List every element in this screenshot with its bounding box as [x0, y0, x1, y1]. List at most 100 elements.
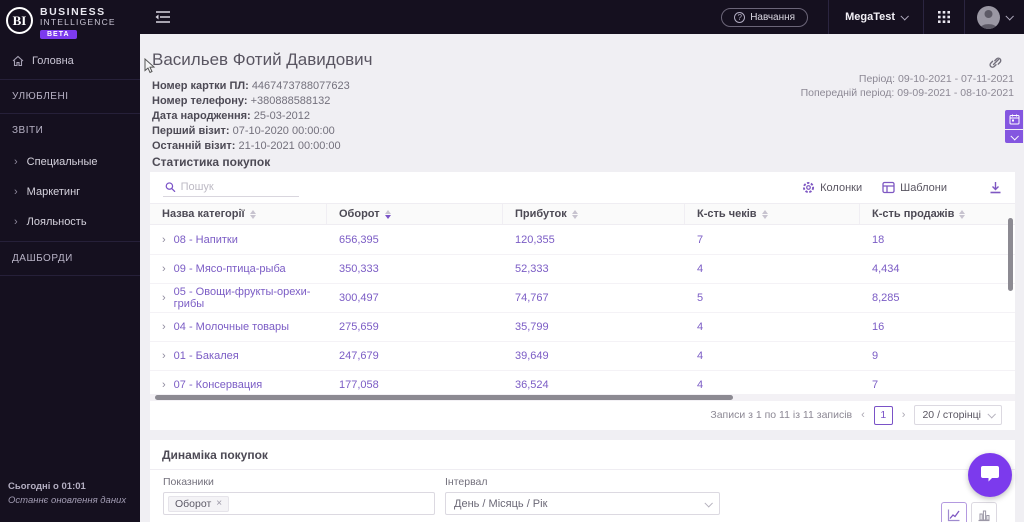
period-float-panel: [1005, 110, 1023, 143]
sidebar-item-special[interactable]: › Специальные: [0, 147, 140, 177]
sidebar-item-marketing[interactable]: › Маркетинг: [0, 177, 140, 207]
line-chart-icon: [947, 509, 960, 522]
horizontal-scrollbar-thumb[interactable]: [155, 395, 733, 400]
indicators-label: Показники: [163, 476, 214, 488]
table-row[interactable]: › 01 - Бакалея 247,679 39,649 4 9: [150, 342, 1015, 371]
topbar-right: ? Навчання MegaTest: [721, 0, 1024, 34]
dynamics-section-title: Динаміка покупок: [150, 440, 1015, 470]
org-name: MegaTest: [845, 11, 895, 23]
header-label: Оборот: [339, 208, 380, 220]
per-page-select[interactable]: 20 / сторінці: [914, 405, 1002, 425]
column-header-turnover[interactable]: Оборот: [327, 204, 503, 224]
chevron-right-icon: ›: [14, 185, 18, 198]
expand-row-icon[interactable]: ›: [162, 234, 166, 246]
app-logo[interactable]: BI BUSINESS INTELLIGENCE BETA: [0, 0, 140, 45]
templates-button[interactable]: Шаблони: [876, 179, 953, 196]
chat-fab-button[interactable]: [968, 453, 1012, 497]
cell-profit: 35,799: [515, 321, 549, 333]
page-number-button[interactable]: 1: [873, 405, 893, 425]
line-chart-toggle[interactable]: [941, 502, 967, 522]
table-row[interactable]: › 08 - Напитки 656,395 120,355 7 18: [150, 226, 1015, 255]
expand-row-icon[interactable]: ›: [162, 379, 166, 391]
chip-close-icon[interactable]: ×: [216, 498, 222, 509]
chip-label: Оборот: [175, 497, 212, 510]
columns-button[interactable]: Колонки: [796, 179, 868, 196]
field-value: 25-03-2012: [253, 110, 311, 122]
cell-profit: 52,333: [515, 263, 549, 275]
bar-chart-toggle[interactable]: [971, 502, 997, 522]
period-previous: Попередній період: 09-09-2021 - 08-10-20…: [800, 87, 1014, 99]
cell-turnover: 247,679: [339, 350, 379, 362]
column-header-checks[interactable]: К-сть чеків: [685, 204, 860, 224]
apps-grid-button[interactable]: [924, 0, 964, 34]
sidebar: BI BUSINESS INTELLIGENCE BETA Головна УЛ…: [0, 0, 140, 522]
cell-checks: 7: [697, 234, 704, 246]
next-page-button[interactable]: ›: [902, 409, 906, 421]
column-header-sales[interactable]: К-сть продажів: [860, 204, 1015, 224]
cell-category: 08 - Напитки: [173, 234, 238, 246]
avatar: [977, 5, 1000, 29]
search-icon: [165, 182, 176, 193]
field-value: 21-10-2021 00:00:00: [238, 140, 341, 152]
sidebar-item-label: Специальные: [26, 156, 98, 169]
topbar: ? Навчання MegaTest: [140, 0, 1024, 34]
last-update-caption: Останнє оновлення даних: [8, 494, 127, 506]
expand-row-icon[interactable]: ›: [162, 292, 166, 304]
vertical-scrollbar-thumb[interactable]: [1008, 218, 1013, 291]
gear-icon: [803, 181, 815, 194]
sidebar-item-loyalty[interactable]: › Лояльность: [0, 207, 140, 237]
sidebar-item-label: Головна: [32, 55, 74, 68]
link-icon[interactable]: [987, 56, 1002, 71]
home-icon: [12, 56, 24, 67]
expand-row-icon[interactable]: ›: [162, 321, 166, 333]
chevron-down-icon: [704, 498, 713, 508]
sidebar-section-dashboards[interactable]: ДАШБОРДИ: [0, 241, 140, 277]
interval-select[interactable]: День / Місяць / Рік: [445, 492, 720, 515]
per-page-value: 20 / сторінці: [922, 409, 981, 421]
cell-turnover: 656,395: [339, 234, 379, 246]
horizontal-scrollbar: [150, 394, 1015, 401]
training-button[interactable]: ? Навчання: [721, 7, 809, 27]
org-selector[interactable]: MegaTest: [829, 0, 923, 34]
field-label: Дата народження:: [152, 110, 251, 122]
profile-info: Номер картки ПЛ: 4467473788077623 Номер …: [152, 79, 350, 154]
prev-page-button[interactable]: ‹: [861, 409, 865, 421]
table-row[interactable]: › 05 - Овощи-фрукты-орехи-грибы 300,497 7…: [150, 284, 1015, 313]
chevron-right-icon: ›: [14, 215, 18, 228]
header-label: К-сть продажів: [872, 208, 955, 220]
sidebar-section-favorites[interactable]: УЛЮБЛЕНІ: [0, 79, 140, 113]
app-root: BI BUSINESS INTELLIGENCE BETA Головна УЛ…: [0, 0, 1024, 522]
apps-grid-icon: [938, 11, 950, 23]
cell-category: 01 - Бакалея: [173, 350, 239, 362]
field-value: 4467473788077623: [251, 80, 350, 92]
menu-fold-icon[interactable]: [155, 10, 171, 24]
expand-row-icon[interactable]: ›: [162, 263, 166, 275]
indicators-input[interactable]: Оборот ×: [163, 492, 435, 515]
cell-category: 05 - Овощи-фрукты-орехи-грибы: [173, 286, 311, 310]
field-label: Останній візит:: [152, 140, 236, 152]
table-row[interactable]: › 04 - Молочные товары 275,659 35,799 4 1…: [150, 313, 1015, 342]
last-update-time: Сьогодні о 01:01: [8, 480, 86, 492]
dynamics-card: Динаміка покупок Показники Інтервал Обор…: [150, 440, 1015, 522]
period-collapse-button[interactable]: [1005, 130, 1023, 143]
column-header-profit[interactable]: Прибуток: [503, 204, 685, 224]
templates-label: Шаблони: [900, 181, 947, 194]
period-calendar-button[interactable]: [1005, 110, 1023, 129]
question-icon: ?: [734, 11, 746, 23]
page-title: Васильев Фотий Давидович: [152, 50, 373, 69]
sidebar-item-home[interactable]: Головна: [0, 45, 140, 79]
main-content: Васильев Фотий Давидович Номер картки ПЛ…: [140, 34, 1024, 522]
form-fields-row: Оборот × День / Місяць / Рік: [163, 492, 1002, 515]
download-button[interactable]: [989, 181, 1002, 194]
columns-label: Колонки: [820, 181, 863, 194]
logo-text: BUSINESS INTELLIGENCE BETA: [40, 6, 116, 40]
expand-row-icon[interactable]: ›: [162, 350, 166, 362]
sidebar-section-reports[interactable]: ЗВІТИ: [0, 113, 140, 147]
search-input[interactable]: [180, 181, 297, 193]
dynamics-form: Показники Інтервал Оборот × День / Місяц…: [150, 470, 1015, 522]
form-labels-row: Показники Інтервал: [163, 476, 1002, 492]
header-label: Прибуток: [515, 208, 567, 220]
column-header-category[interactable]: Назва категорії: [150, 204, 327, 224]
user-menu[interactable]: [965, 0, 1024, 34]
table-row[interactable]: › 09 - Мясо-птица-рыба 350,333 52,333 4 4…: [150, 255, 1015, 284]
